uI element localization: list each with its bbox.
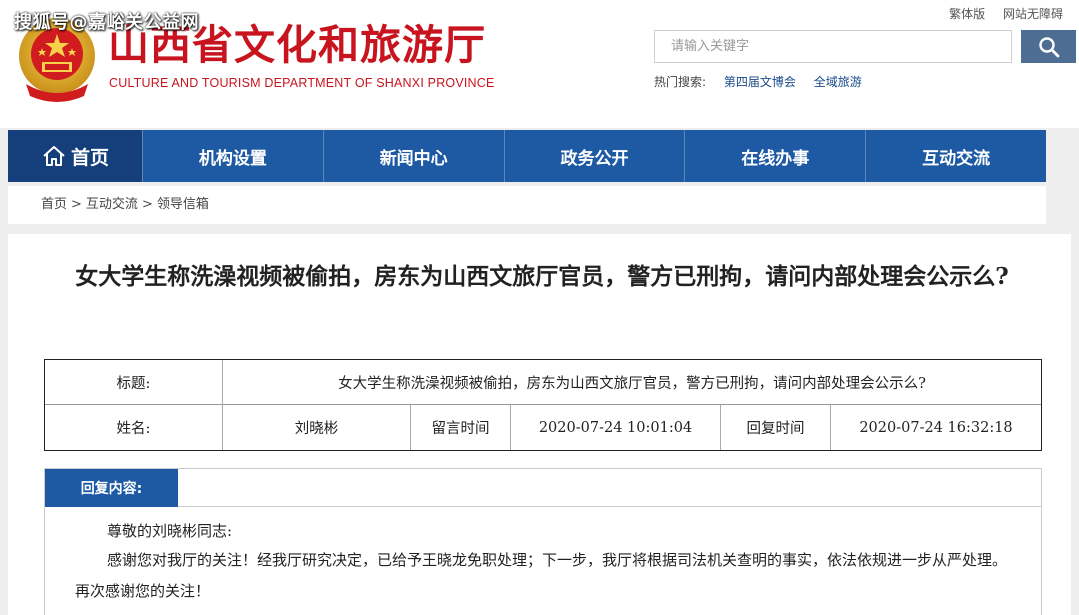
breadcrumb-separator: > [141, 197, 153, 212]
nav-home-label: 首页 [70, 146, 109, 169]
name-label: 姓名: [45, 405, 223, 450]
reply-header-bar: 回复内容: [45, 469, 1041, 507]
reply-header: 回复内容: [45, 469, 178, 507]
info-row-meta: 姓名: 刘晓彬 留言时间 2020-07-24 10:01:04 回复时间 20… [45, 405, 1041, 450]
message-info-table: 标题: 女大学生称洗澡视频被偷拍，房东为山西文旅厅官员，警方已刑拘，请问内部处理… [44, 359, 1042, 451]
search-icon [1038, 36, 1059, 57]
watermark: 搜狐号@嘉峪关公益网 [14, 12, 199, 33]
article-title: 女大学生称洗澡视频被偷拍，房东为山西文旅厅官员，警方已刑拘，请问内部处理会公示么… [75, 263, 1009, 290]
top-links: 繁体版 网站无障碍 [935, 5, 1063, 22]
hot-search: 热门搜索: 第四届文博会 全域旅游 [654, 73, 862, 90]
message-time-label: 留言时间 [411, 405, 511, 450]
reply-time-value: 2020-07-24 16:32:18 [859, 419, 1013, 436]
name-value: 刘晓彬 [223, 405, 411, 450]
home-icon [43, 146, 65, 166]
title-value: 女大学生称洗澡视频被偷拍，房东为山西文旅厅官员，警方已刑拘，请问内部处理会公示么… [338, 376, 926, 392]
reply-greeting: 尊敬的刘晓彬同志: [107, 522, 233, 540]
message-time-value: 2020-07-24 10:01:04 [511, 405, 721, 450]
reply-time-label: 回复时间 [721, 405, 831, 450]
nav-home[interactable]: 首页 [8, 130, 142, 182]
traditional-chinese-link[interactable]: 繁体版 [949, 7, 985, 21]
search-input[interactable] [654, 30, 1012, 63]
accessibility-link[interactable]: 网站无障碍 [1003, 7, 1063, 21]
search-button[interactable] [1021, 30, 1076, 63]
info-row-title: 标题: 女大学生称洗澡视频被偷拍，房东为山西文旅厅官员，警方已刑拘，请问内部处理… [45, 360, 1041, 405]
hot-search-link-tourism[interactable]: 全域旅游 [814, 75, 862, 89]
hot-search-label: 热门搜索: [654, 75, 707, 89]
breadcrumb-leader-mailbox[interactable]: 领导信箱 [157, 197, 209, 212]
reply-body: 感谢您对我厅的关注！经我厅研究决定，已给予王晓龙免职处理；下一步，我厅将根据司法… [75, 551, 1008, 600]
nav-item-interaction[interactable]: 互动交流 [865, 130, 1046, 182]
nav-item-government-affairs[interactable]: 政务公开 [503, 130, 685, 182]
site-subtitle: CULTURE AND TOURISM DEPARTMENT OF SHANXI… [109, 76, 495, 90]
breadcrumb: 首页 > 互动交流 > 领导信箱 [8, 186, 1046, 224]
breadcrumb-interaction[interactable]: 互动交流 [86, 197, 138, 212]
hot-search-link-expo[interactable]: 第四届文博会 [724, 75, 796, 89]
content-panel: 女大学生称洗澡视频被偷拍，房东为山西文旅厅官员，警方已刑拘，请问内部处理会公示么… [8, 234, 1071, 615]
nav-item-online-services[interactable]: 在线办事 [684, 130, 865, 182]
breadcrumb-home[interactable]: 首页 [41, 197, 67, 212]
site-header: 搜狐号@嘉峪关公益网 山西省文化和旅游厅 CULTURE AND TOURISM… [0, 0, 1079, 128]
reply-box: 回复内容: 尊敬的刘晓彬同志: 感谢您对我厅的关注！经我厅研究决定，已给予王晓龙… [44, 468, 1042, 615]
main-nav: 首页 机构设置 新闻中心 政务公开 在线办事 互动交流 [8, 130, 1046, 182]
title-label: 标题: [45, 360, 223, 405]
breadcrumb-separator: > [71, 197, 82, 212]
nav-item-news[interactable]: 新闻中心 [322, 130, 504, 182]
nav-item-organization[interactable]: 机构设置 [142, 130, 323, 182]
